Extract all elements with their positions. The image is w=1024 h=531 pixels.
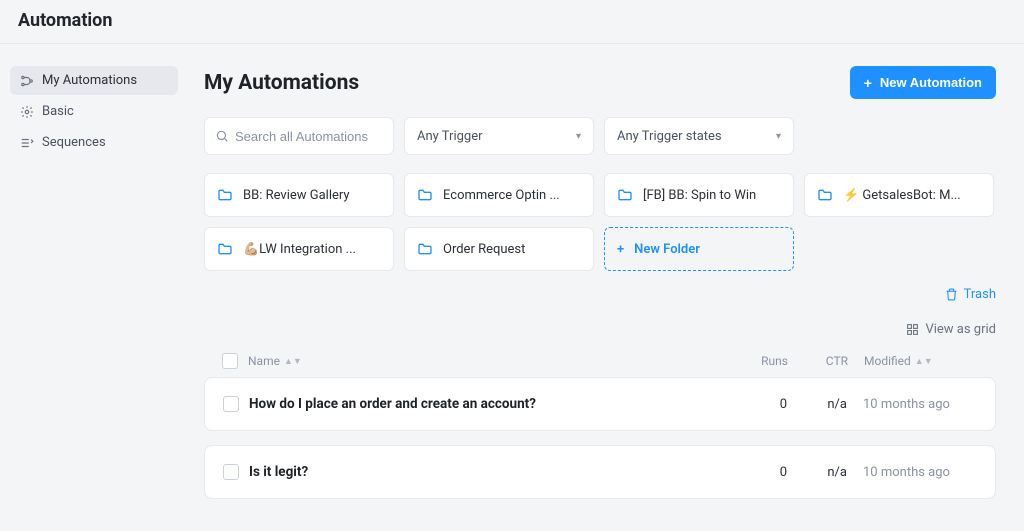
main-content: My Automations + New Automation Any Trig… [188,44,1024,513]
trash-button[interactable]: Trash [945,287,996,302]
folder-icon [217,241,233,257]
folders-row: BB: Review Gallery Ecommerce Optin ... [… [204,173,996,271]
folder-item[interactable]: 💪🏼LW Integration ... [204,227,394,271]
column-modified[interactable]: Modified ▲▼ [848,354,978,368]
folder-item[interactable]: Ecommerce Optin ... [404,173,594,217]
plus-icon: + [617,242,624,257]
row-modified: 10 months ago [847,397,977,412]
row-checkbox[interactable] [223,396,239,412]
column-runs: Runs [728,354,788,368]
new-folder-label: New Folder [634,242,700,257]
trash-icon [945,288,958,301]
folder-label: ⚡ GetsalesBot: M... [843,188,961,203]
row-runs: 0 [727,397,787,412]
sidebar-item-label: My Automations [42,73,137,88]
folder-label: 💪🏼LW Integration ... [243,242,356,257]
row-ctr: n/a [787,465,847,480]
flow-icon [20,74,34,88]
automations-table: Name ▲▼ Runs CTR Modified ▲▼ How do I pl… [204,345,996,499]
folder-label: BB: Review Gallery [243,188,350,203]
filter-trigger-label: Any Trigger [417,129,483,144]
grid-icon [906,323,919,336]
folder-icon [617,187,633,203]
folder-item[interactable]: BB: Review Gallery [204,173,394,217]
folder-icon [817,187,833,203]
new-folder-button[interactable]: + New Folder [604,227,794,271]
search-icon [215,129,229,143]
row-modified: 10 months ago [847,465,977,480]
plus-icon: + [864,76,872,90]
filter-trigger-dropdown[interactable]: Any Trigger ▾ [404,117,594,155]
select-all-checkbox[interactable] [222,353,238,369]
trash-label: Trash [964,287,996,302]
sidebar: My Automations Basic Sequences [0,44,188,513]
section-title: My Automations [204,71,359,95]
folder-icon [417,241,433,257]
row-checkbox[interactable] [223,464,239,480]
row-ctr: n/a [787,397,847,412]
sidebar-item-label: Sequences [42,135,106,150]
sequences-icon [20,136,34,150]
table-row[interactable]: How do I place an order and create an ac… [204,377,996,431]
basic-icon [20,105,34,119]
filter-states-label: Any Trigger states [617,129,722,144]
folder-label: Ecommerce Optin ... [443,188,560,203]
sidebar-item-my-automations[interactable]: My Automations [10,66,178,95]
row-runs: 0 [727,465,787,480]
chevron-down-icon: ▾ [776,131,781,142]
folder-label: [FB] BB: Spin to Win [643,188,756,203]
row-name: Is it legit? [249,464,727,480]
page-title: Automation [18,10,1006,31]
sidebar-item-basic[interactable]: Basic [10,97,178,126]
filter-states-dropdown[interactable]: Any Trigger states ▾ [604,117,794,155]
folder-item[interactable]: ⚡ GetsalesBot: M... [804,173,994,217]
chevron-down-icon: ▾ [576,131,581,142]
folder-label: Order Request [443,242,525,257]
folder-icon [217,187,233,203]
sidebar-item-label: Basic [42,104,74,119]
folder-item[interactable]: Order Request [404,227,594,271]
new-automation-button[interactable]: + New Automation [850,66,996,99]
table-header: Name ▲▼ Runs CTR Modified ▲▼ [204,345,996,377]
page-header: Automation [0,0,1024,44]
table-row[interactable]: Is it legit? 0 n/a 10 months ago [204,445,996,499]
row-name: How do I place an order and create an ac… [249,396,727,412]
sort-icon: ▲▼ [284,356,302,367]
folder-icon [417,187,433,203]
view-as-grid-button[interactable]: View as grid [906,322,996,337]
search-input-wrapper[interactable] [204,117,394,155]
sidebar-item-sequences[interactable]: Sequences [10,128,178,157]
view-as-grid-label: View as grid [925,322,996,337]
search-input[interactable] [235,129,383,144]
new-automation-label: New Automation [880,75,982,90]
column-ctr: CTR [788,354,848,368]
column-name[interactable]: Name ▲▼ [248,354,728,368]
sort-icon: ▲▼ [915,356,933,367]
folder-item[interactable]: [FB] BB: Spin to Win [604,173,794,217]
